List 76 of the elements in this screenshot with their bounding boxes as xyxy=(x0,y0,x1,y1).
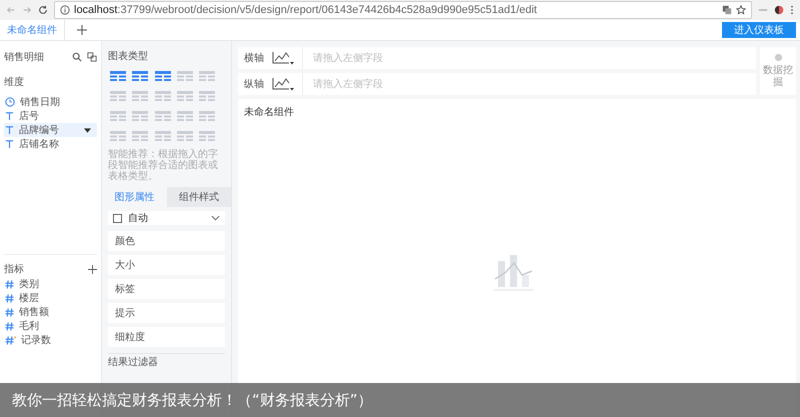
star-icon[interactable] xyxy=(736,5,746,15)
hash-star-icon xyxy=(5,336,16,344)
property-slot[interactable]: 提示 xyxy=(108,303,225,323)
caret-icon[interactable] xyxy=(84,128,91,132)
chart-type-icon[interactable] xyxy=(132,131,148,143)
chart-type-icon[interactable] xyxy=(154,91,170,103)
text-type-icon xyxy=(5,111,14,121)
chart-type-icon[interactable] xyxy=(154,71,170,83)
chart-type-icon[interactable] xyxy=(154,111,170,123)
chart-type-icon[interactable] xyxy=(154,131,170,143)
property-tab[interactable]: 组件样式 xyxy=(166,187,231,207)
axis-label: 横轴 xyxy=(238,47,268,69)
copy-icon[interactable] xyxy=(87,52,97,62)
chevron-down-icon xyxy=(211,215,220,221)
video-caption: 教你一招轻松搞定财务报表分析！（“财务报表分析”） xyxy=(0,383,800,417)
chart-type-icon[interactable] xyxy=(176,91,193,103)
chart-type-icon[interactable] xyxy=(199,111,215,123)
chart-type-icon[interactable] xyxy=(132,71,148,83)
reload-icon[interactable] xyxy=(38,5,48,15)
field-drop-zone[interactable]: 请拖入左侧字段 xyxy=(302,73,756,95)
chart-type-icon[interactable] xyxy=(110,71,126,83)
dimension-field[interactable]: 店号 xyxy=(4,109,97,123)
component-tab[interactable]: 未命名组件 xyxy=(0,20,65,40)
search-icon[interactable] xyxy=(72,52,82,62)
measure-field[interactable]: 毛利 xyxy=(4,319,97,333)
dimension-field[interactable]: 销售日期 xyxy=(4,95,97,109)
measure-field[interactable]: 记录数 xyxy=(4,333,97,347)
line-chart-icon[interactable] xyxy=(268,47,302,69)
dataset-title: 销售明细 xyxy=(4,51,44,64)
measure-field[interactable]: 类别 xyxy=(4,277,97,291)
property-slot[interactable]: 大小 xyxy=(108,255,225,275)
chart-type-icon[interactable] xyxy=(110,91,126,103)
property-slot[interactable]: 细粒度 xyxy=(108,327,225,347)
dimensions-heading: 维度 xyxy=(4,76,25,89)
add-icon[interactable] xyxy=(88,264,97,274)
measure-field[interactable]: 销售额 xyxy=(4,305,97,319)
text-type-icon xyxy=(5,139,14,149)
hash-icon xyxy=(5,280,14,288)
chart-type-icon[interactable] xyxy=(199,131,215,143)
recommendation-hint: 智能推荐：根据拖入的字段智能推荐合适的图表或表格类型。 xyxy=(108,149,219,182)
chart-type-icon[interactable] xyxy=(199,71,215,83)
measures-heading: 指标 xyxy=(4,262,24,276)
add-icon[interactable] xyxy=(77,25,87,35)
text-type-icon xyxy=(5,125,14,135)
hash-icon xyxy=(5,322,14,330)
hash-icon xyxy=(5,294,14,302)
menu-icon[interactable] xyxy=(790,5,794,15)
chart-type-icon[interactable] xyxy=(132,91,148,103)
chart-type-icon[interactable] xyxy=(110,131,126,143)
chart-type-icon[interactable] xyxy=(199,91,215,103)
square-icon xyxy=(113,214,122,222)
chart-type-icon[interactable] xyxy=(110,111,126,123)
chart-type-icon[interactable] xyxy=(176,131,193,143)
property-slot[interactable]: 标签 xyxy=(108,279,225,299)
measure-field[interactable]: 楼层 xyxy=(4,291,97,305)
property-slot[interactable]: 颜色 xyxy=(108,231,225,251)
chart-type-heading: 图表类型 xyxy=(108,50,149,63)
address-bar[interactable]: localhost:37799/webroot/decision/v5/design/report/06143e74426b4c528a9d990e95c51ad1/edit xyxy=(54,1,752,19)
clock-icon xyxy=(5,97,15,107)
empty-chart-icon xyxy=(494,255,534,291)
result-filter-heading: 结果过滤器 xyxy=(108,353,225,368)
shape-select[interactable]: 自动 xyxy=(108,211,225,225)
dimension-field[interactable]: 店铺名称 xyxy=(4,137,97,151)
line-chart-icon[interactable] xyxy=(268,73,302,95)
axis-label: 纵轴 xyxy=(238,73,268,95)
forward-icon[interactable] xyxy=(22,5,32,15)
chart-type-icon[interactable] xyxy=(132,111,148,123)
chart-type-icon[interactable] xyxy=(176,111,193,123)
hash-icon xyxy=(5,308,14,316)
back-icon[interactable] xyxy=(6,5,16,15)
info-icon xyxy=(60,5,70,15)
component-title: 未命名组件 xyxy=(243,106,295,120)
chart-type-icon[interactable] xyxy=(176,71,193,83)
enter-dashboard-button[interactable]: 进入仪表板 xyxy=(722,22,796,38)
dimension-field[interactable]: 品牌编号 xyxy=(4,123,97,137)
field-drop-zone[interactable]: 请拖入左侧字段 xyxy=(302,47,756,69)
